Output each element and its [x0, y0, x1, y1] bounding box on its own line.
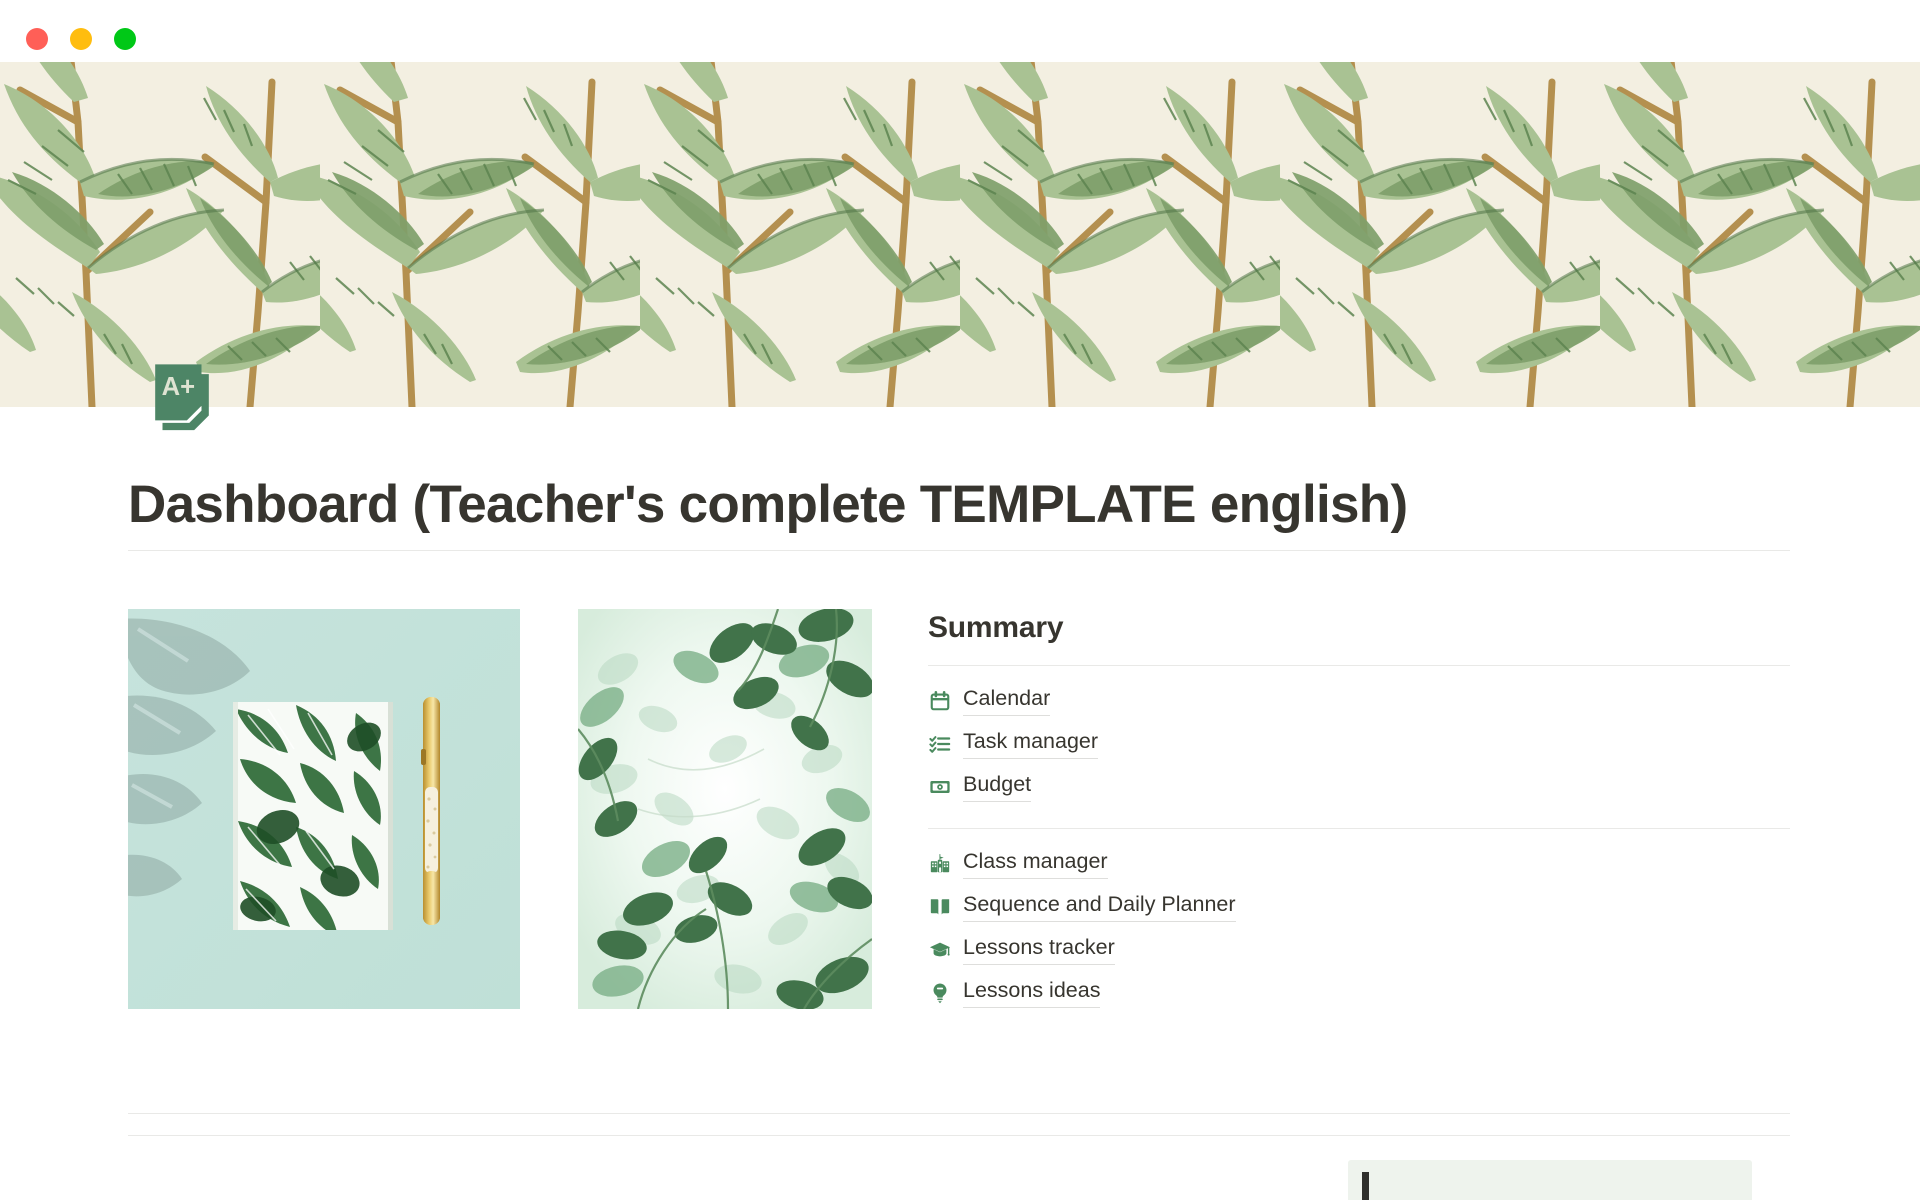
a-plus-notebook-icon[interactable]: A+	[143, 357, 221, 435]
app-window: A+ Dashboard (Teacher's complete TEMPLAT…	[0, 0, 1920, 1200]
summary-divider-middle	[928, 827, 1790, 829]
checklist-icon	[928, 732, 952, 756]
callout-accent-bar	[1362, 1172, 1369, 1200]
bottom-divider-two	[128, 1135, 1790, 1136]
summary-section: Summary Calendar Task manager Budget Cla…	[928, 609, 1790, 1015]
calendar-icon	[928, 689, 952, 713]
window-titlebar	[0, 0, 1920, 62]
summary-link-class-manager[interactable]: Class manager	[928, 843, 1790, 886]
summary-link-budget[interactable]: Budget	[928, 766, 1790, 809]
maximize-button[interactable]	[114, 28, 136, 50]
close-button[interactable]	[26, 28, 48, 50]
summary-link-label[interactable]: Task manager	[963, 729, 1099, 759]
summary-group-spacer	[928, 809, 1790, 828]
summary-link-label[interactable]: Calendar	[963, 686, 1051, 716]
school-building-icon	[928, 852, 952, 876]
window-controls	[26, 28, 136, 50]
summary-link-label[interactable]: Class manager	[963, 849, 1108, 879]
summary-link-calendar[interactable]: Calendar	[928, 680, 1790, 723]
summary-link-lessons-ideas[interactable]: Lessons ideas	[928, 972, 1790, 1015]
summary-divider-top	[928, 664, 1790, 666]
summary-heading: Summary	[928, 611, 1064, 644]
summary-link-group-secondary: Class manager Sequence and Daily Planner	[928, 843, 1790, 1015]
lightbulb-icon	[928, 981, 952, 1005]
minimize-button[interactable]	[70, 28, 92, 50]
summary-link-group-primary: Calendar Task manager Budget	[928, 680, 1790, 809]
summary-link-lessons-tracker[interactable]: Lessons tracker	[928, 929, 1790, 972]
callout-block[interactable]	[1348, 1160, 1752, 1200]
summary-link-label[interactable]: Sequence and Daily Planner	[963, 892, 1236, 922]
green-foliage-photo[interactable]	[578, 609, 872, 1009]
title-divider	[128, 550, 1790, 551]
svg-text:A+: A+	[162, 373, 195, 401]
bottom-divider-one	[128, 1113, 1790, 1114]
open-book-icon	[928, 895, 952, 919]
summary-link-sequence-planner[interactable]: Sequence and Daily Planner	[928, 886, 1790, 929]
page-content: Dashboard (Teacher's complete TEMPLATE e…	[0, 407, 1920, 1200]
banknote-icon	[928, 775, 952, 799]
tropical-notebook-and-gold-pen-photo[interactable]	[128, 609, 520, 1009]
summary-link-label[interactable]: Budget	[963, 772, 1032, 802]
summary-link-label[interactable]: Lessons tracker	[963, 935, 1115, 965]
graduation-cap-icon	[928, 938, 952, 962]
summary-link-label[interactable]: Lessons ideas	[963, 978, 1101, 1008]
page-title: Dashboard (Teacher's complete TEMPLATE e…	[128, 475, 1408, 534]
summary-link-task-manager[interactable]: Task manager	[928, 723, 1790, 766]
cover-banner[interactable]	[0, 62, 1920, 407]
